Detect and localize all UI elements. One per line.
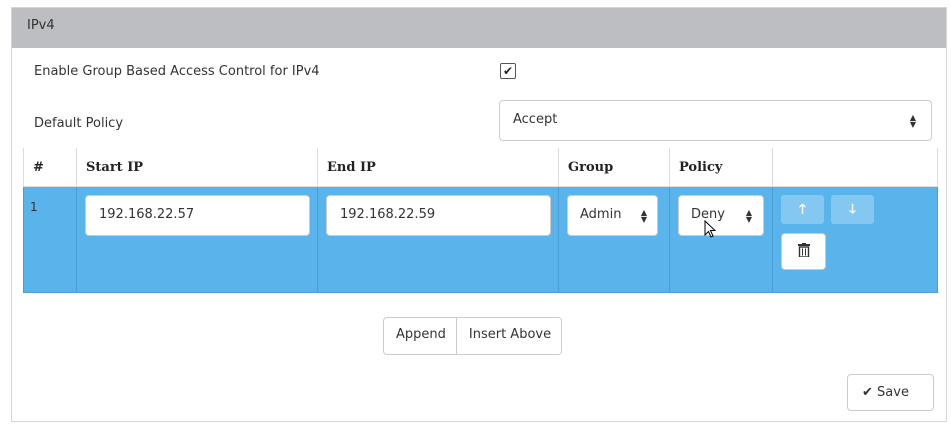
- arrow-up-icon: 🡑: [799, 202, 806, 217]
- end-ip-input[interactable]: 192.168.22.59: [326, 195, 551, 236]
- start-ip-cell: 192.168.22.57: [76, 186, 318, 293]
- enable-gbac-label: Enable Group Based Access Control for IP…: [34, 64, 320, 79]
- table-header-row: # Start IP End IP Group Policy: [23, 148, 938, 187]
- move-up-button[interactable]: 🡑: [781, 195, 824, 224]
- group-cell: Admin ▲ ▼: [558, 186, 670, 293]
- column-header-end-ip: End IP: [317, 148, 559, 187]
- group-value: Admin: [580, 207, 622, 222]
- arrow-down-icon: 🡓: [849, 202, 856, 217]
- default-policy-value: Accept: [513, 112, 558, 127]
- policy-sort-icon: ▲ ▼: [745, 208, 753, 224]
- row-number: 1: [23, 186, 77, 293]
- policy-select[interactable]: Deny ▲ ▼: [678, 195, 764, 236]
- save-button[interactable]: ✔ Save: [847, 374, 934, 411]
- default-policy-label: Default Policy: [34, 116, 124, 131]
- append-button[interactable]: Append: [384, 318, 456, 354]
- save-label: Save: [877, 385, 909, 400]
- move-down-button[interactable]: 🡓: [831, 195, 874, 224]
- end-ip-cell: 192.168.22.59: [317, 186, 559, 293]
- group-sort-icon: ▲ ▼: [640, 208, 648, 224]
- column-header-policy: Policy: [669, 148, 773, 187]
- select-sort-icon: ▲ ▼: [909, 113, 917, 129]
- start-ip-input[interactable]: 192.168.22.57: [85, 195, 310, 236]
- enable-gbac-checkbox[interactable]: ✔: [500, 63, 516, 79]
- access-control-table: # Start IP End IP Group Policy 1 192.168…: [23, 148, 938, 293]
- panel-header: IPv4: [12, 8, 946, 48]
- check-icon: ✔: [862, 385, 873, 400]
- trash-icon: [797, 243, 810, 258]
- row-actions-cell: 🡑 🡓: [772, 186, 938, 293]
- mouse-pointer-icon: [704, 220, 716, 238]
- column-header-group: Group: [558, 148, 670, 187]
- row-insert-button-group: Append Insert Above: [383, 317, 563, 355]
- group-select[interactable]: Admin ▲ ▼: [567, 195, 658, 236]
- column-header-start-ip: Start IP: [76, 148, 318, 187]
- ipv4-panel: IPv4 Enable Group Based Access Control f…: [11, 7, 947, 422]
- column-header-actions: [772, 148, 938, 187]
- policy-cell: Deny ▲ ▼: [669, 186, 773, 293]
- table-row[interactable]: 1 192.168.22.57 192.168.22.59 Admin ▲ ▼ D…: [23, 186, 938, 293]
- default-policy-select[interactable]: Accept ▲ ▼: [499, 100, 932, 141]
- delete-row-button[interactable]: [781, 233, 826, 270]
- insert-above-button[interactable]: Insert Above: [455, 318, 562, 354]
- column-header-number: #: [23, 148, 77, 187]
- panel-title: IPv4: [27, 18, 55, 33]
